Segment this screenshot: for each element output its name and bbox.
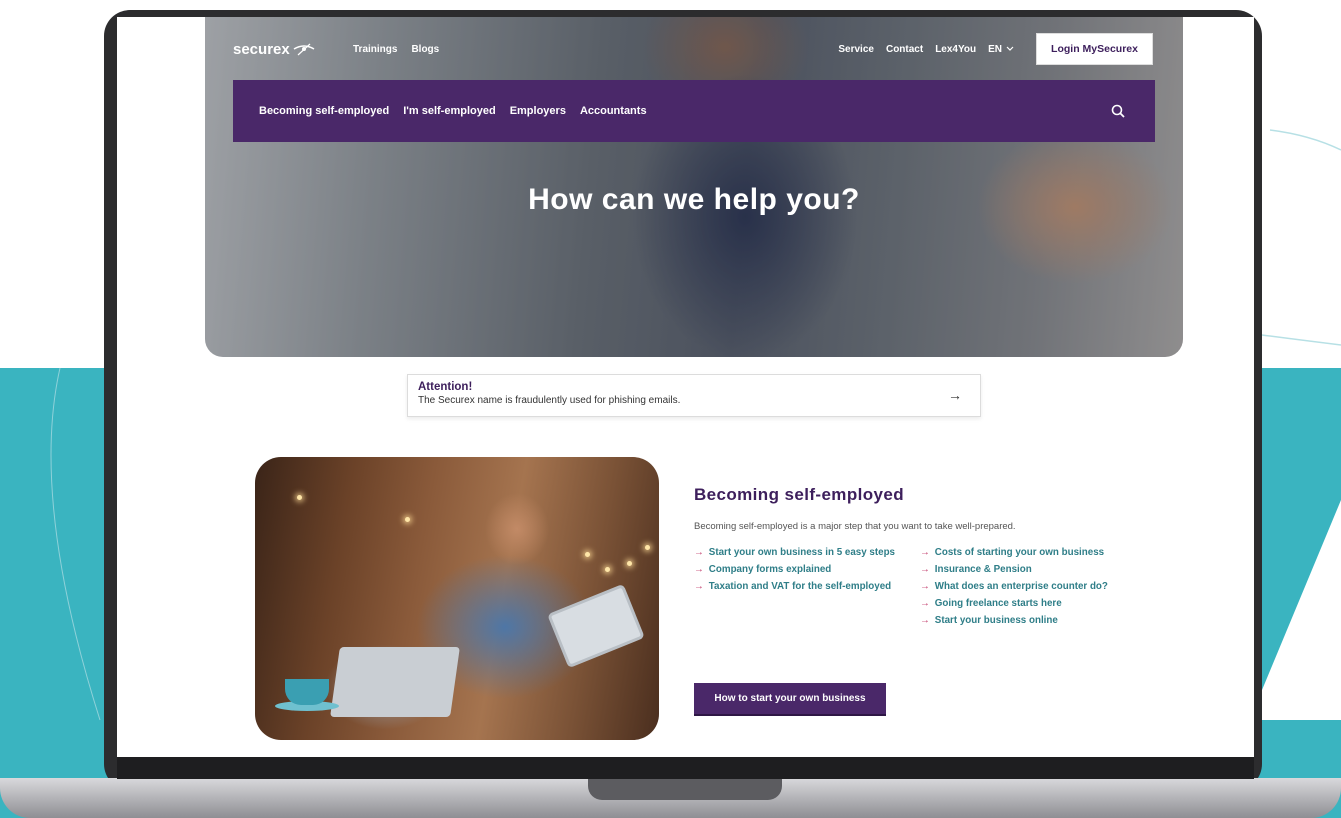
chevron-down-icon xyxy=(1006,46,1014,51)
nav-im-self-employed[interactable]: I'm self-employed xyxy=(403,105,495,117)
top-navigation: securex Trainings Blogs Service Contact … xyxy=(233,31,1153,67)
nav-employers[interactable]: Employers xyxy=(510,105,566,117)
logo-mark-icon xyxy=(293,43,315,56)
link-costs-starting[interactable]: → Costs of starting your own business xyxy=(920,546,1142,559)
language-selector[interactable]: EN xyxy=(988,44,1014,55)
search-button[interactable] xyxy=(1107,100,1129,122)
arrow-right-icon: → xyxy=(920,615,930,626)
link-taxation-vat[interactable]: → Taxation and VAT for the self-employed xyxy=(694,580,916,593)
nav-service[interactable]: Service xyxy=(838,44,874,55)
links-column-right: → Costs of starting your own business → In… xyxy=(920,546,1142,631)
link-start-business-5-steps[interactable]: → Start your own business in 5 easy steps xyxy=(694,546,916,559)
attention-title: Attention! xyxy=(418,381,473,393)
nav-lex4you[interactable]: Lex4You xyxy=(935,44,976,55)
self-employed-photo xyxy=(255,457,659,740)
section-description: Becoming self-employed is a major step t… xyxy=(694,521,1016,532)
search-icon xyxy=(1111,104,1125,118)
nav-contact[interactable]: Contact xyxy=(886,44,923,55)
self-employed-section: Becoming self-employed Becoming self-emp… xyxy=(694,485,1144,631)
arrow-right-icon: → xyxy=(920,564,930,575)
link-company-forms[interactable]: → Company forms explained xyxy=(694,563,916,576)
arrow-right-icon: → xyxy=(694,564,704,575)
links-column-left: → Start your own business in 5 easy steps… xyxy=(694,546,916,631)
website-screen: How can we help you? securex Trainings B… xyxy=(117,17,1254,757)
link-start-online[interactable]: → Start your business online xyxy=(920,614,1142,627)
arrow-right-icon[interactable]: → xyxy=(948,387,962,403)
arrow-right-icon: → xyxy=(694,547,704,558)
section-links: → Start your own business in 5 easy steps… xyxy=(694,546,1144,631)
section-title: Becoming self-employed xyxy=(694,485,905,504)
arrow-right-icon: → xyxy=(920,581,930,592)
laptop-notch xyxy=(588,778,782,800)
hero-title: How can we help you? xyxy=(528,183,860,216)
nav-accountants[interactable]: Accountants xyxy=(580,105,647,117)
login-button[interactable]: Login MySecurex xyxy=(1036,33,1153,65)
arrow-right-icon: → xyxy=(920,598,930,609)
main-navigation: Becoming self-employed I'm self-employed… xyxy=(233,80,1155,142)
screen-bottom-bar xyxy=(117,757,1254,779)
hero-banner: How can we help you? xyxy=(205,17,1183,357)
nav-trainings[interactable]: Trainings xyxy=(353,44,397,55)
link-enterprise-counter[interactable]: → What does an enterprise counter do? xyxy=(920,580,1142,593)
start-business-button[interactable]: How to start your own business xyxy=(694,683,886,716)
arrow-right-icon: → xyxy=(694,581,704,592)
link-insurance-pension[interactable]: → Insurance & Pension xyxy=(920,563,1142,576)
marketing-stage: How can we help you? securex Trainings B… xyxy=(0,0,1341,818)
arrow-right-icon: → xyxy=(920,547,930,558)
attention-text: The Securex name is fraudulently used fo… xyxy=(418,395,681,406)
nav-becoming-self-employed[interactable]: Becoming self-employed xyxy=(259,105,389,117)
link-going-freelance[interactable]: → Going freelance starts here xyxy=(920,597,1142,610)
nav-blogs[interactable]: Blogs xyxy=(411,44,439,55)
securex-logo[interactable]: securex xyxy=(233,41,343,58)
attention-banner[interactable]: Attention! The Securex name is fraudulen… xyxy=(407,374,981,417)
